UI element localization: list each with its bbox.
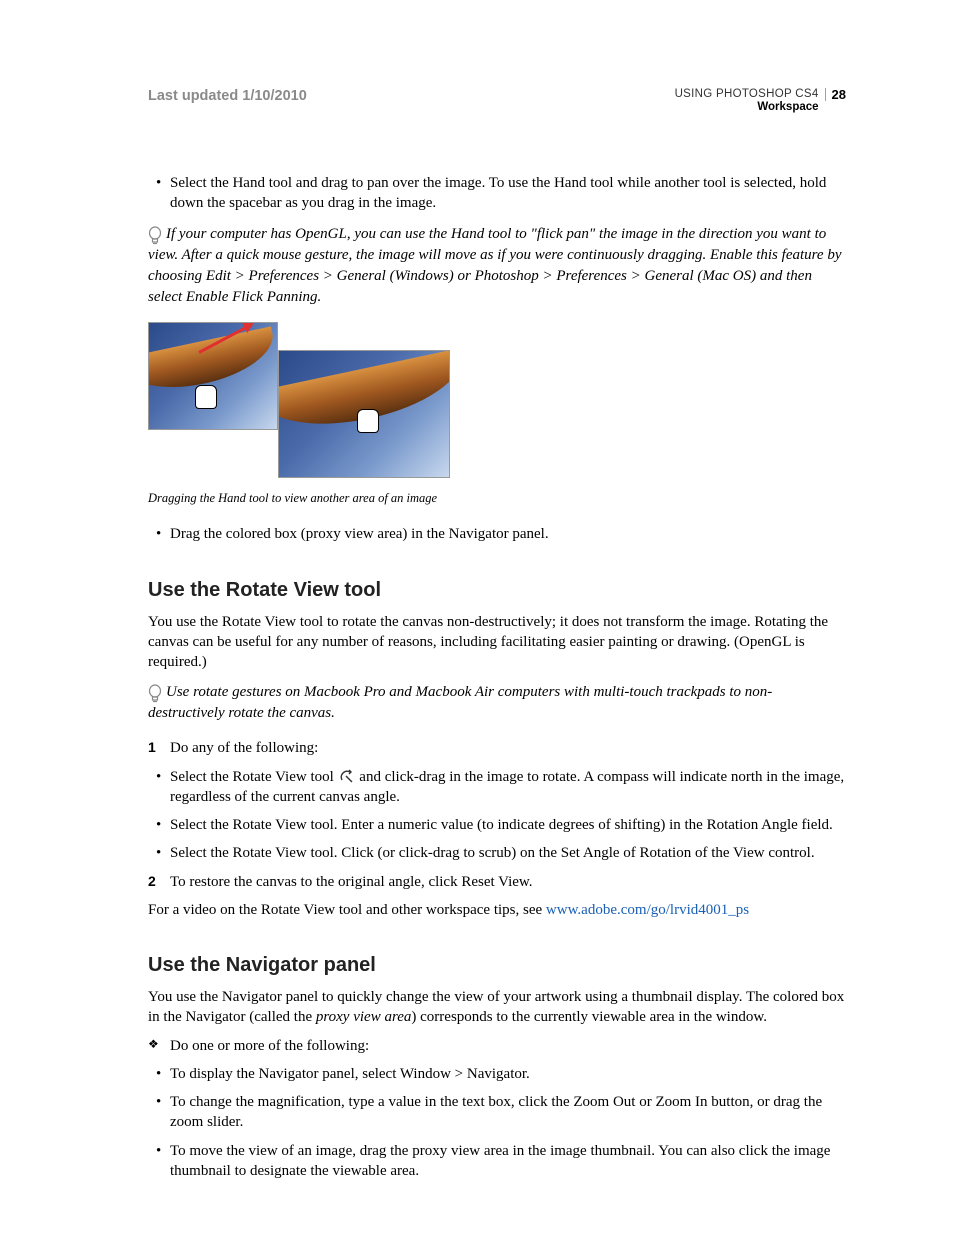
navigator-heading: Use the Navigator panel [148, 952, 846, 979]
page-content: Select the Hand tool and drag to pan ove… [148, 173, 846, 1181]
hand-cursor-icon [195, 385, 217, 409]
navigator-bullet-2: To change the magnification, type a valu… [170, 1092, 846, 1133]
rotate-step-2: 2To restore the canvas to the original a… [170, 872, 846, 892]
figure-image-1 [148, 322, 278, 430]
page-number: 28 [825, 88, 846, 101]
rotate-video-line: For a video on the Rotate View tool and … [148, 900, 846, 920]
rotate-tip: Use rotate gestures on Macbook Pro and M… [148, 682, 846, 724]
rotate-tip-text: Use rotate gestures on Macbook Pro and M… [148, 684, 772, 721]
navigator-diamond: Do one or more of the following: [148, 1036, 846, 1056]
doc-title: USING PHOTOSHOP CS4 [675, 88, 819, 100]
hand-bullet-2: Drag the colored box (proxy view area) i… [170, 524, 846, 544]
hand-tool-figure [148, 322, 458, 482]
rotate-step-2-text: To restore the canvas to the original an… [170, 874, 533, 890]
rotate-video-link[interactable]: www.adobe.com/go/lrvid4001_ps [546, 902, 749, 918]
rotate-view-intro: You use the Rotate View tool to rotate t… [148, 612, 846, 673]
doc-section: Workspace [675, 101, 819, 113]
lightbulb-icon [148, 684, 162, 704]
lightbulb-icon [148, 226, 162, 246]
navigator-intro: You use the Navigator panel to quickly c… [148, 987, 846, 1028]
rotate-sub-3: Select the Rotate View tool. Click (or c… [170, 843, 846, 863]
last-updated: Last updated 1/10/2010 [148, 88, 307, 104]
rotate-view-heading: Use the Rotate View tool [148, 577, 846, 604]
rotate-view-tool-icon [338, 768, 356, 784]
header-right: USING PHOTOSHOP CS4 Workspace 28 [675, 88, 846, 113]
rotate-sub-2: Select the Rotate View tool. Enter a num… [170, 815, 846, 835]
navigator-bullet-3: To move the view of an image, drag the p… [170, 1141, 846, 1182]
hand-tip: If your computer has OpenGL, you can use… [148, 224, 846, 308]
hand-cursor-icon [357, 409, 379, 433]
figure-caption: Dragging the Hand tool to view another a… [148, 490, 846, 507]
navigator-intro-italic: proxy view area [316, 1009, 412, 1025]
rotate-video-text: For a video on the Rotate View tool and … [148, 902, 546, 918]
navigator-bullet-1: To display the Navigator panel, select W… [170, 1064, 846, 1084]
page-header: Last updated 1/10/2010 USING PHOTOSHOP C… [148, 88, 846, 113]
hand-bullet-1: Select the Hand tool and drag to pan ove… [170, 173, 846, 214]
hand-tip-text: If your computer has OpenGL, you can use… [148, 226, 842, 305]
rotate-sub-1: Select the Rotate View tool and click-dr… [170, 767, 846, 808]
rotate-sub-1-before: Select the Rotate View tool [170, 769, 338, 785]
rotate-step-1-text: Do any of the following: [170, 740, 318, 756]
rotate-step-1: 1Do any of the following: [170, 738, 846, 758]
navigator-intro-after: ) corresponds to the currently viewable … [411, 1009, 767, 1025]
figure-image-2 [278, 350, 450, 478]
